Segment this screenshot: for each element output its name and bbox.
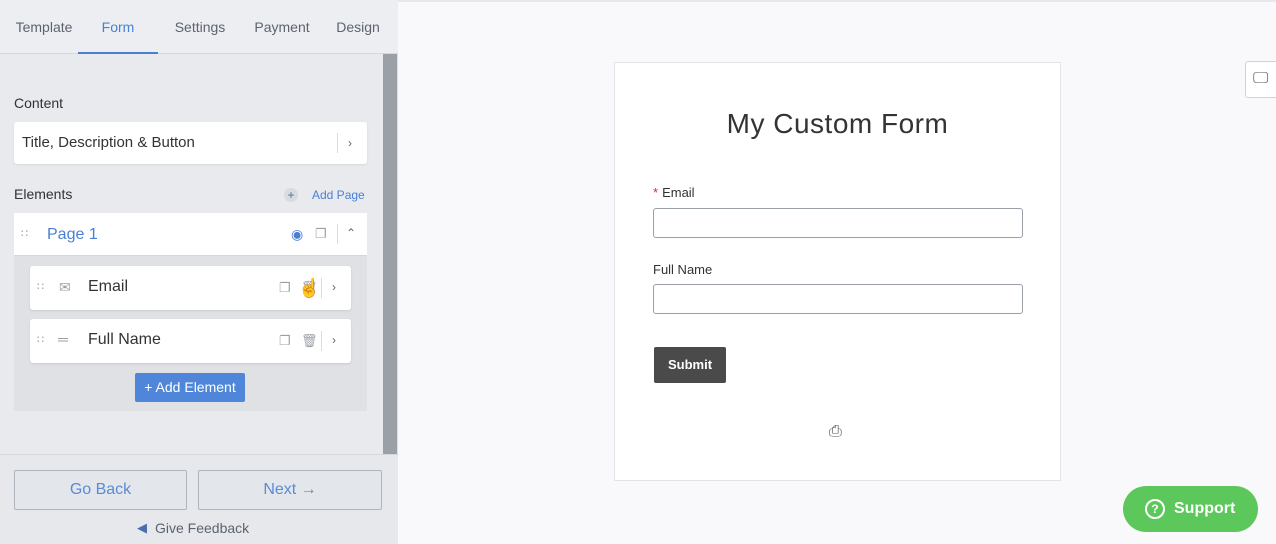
chevron-right-icon[interactable]: ›: [332, 333, 336, 347]
trash-icon[interactable]: 🗑: [301, 333, 318, 349]
email-label: * Email: [653, 185, 695, 200]
support-label: Support: [1174, 500, 1236, 517]
tab-settings[interactable]: Settings: [162, 0, 238, 54]
megaphone-icon: ◀: [137, 520, 147, 535]
divider: [337, 224, 338, 244]
envelope-icon: ✉: [59, 279, 71, 295]
eye-icon[interactable]: ◉: [291, 226, 303, 243]
next-button[interactable]: Next →: [198, 470, 382, 510]
question-circle-icon: ?: [1145, 499, 1165, 519]
copy-icon[interactable]: ❐: [279, 280, 291, 296]
tab-form[interactable]: Form: [78, 0, 158, 54]
tab-design[interactable]: Design: [326, 0, 390, 54]
page-title: Page 1: [47, 226, 98, 243]
support-button[interactable]: ? Support: [1123, 486, 1258, 532]
chevron-right-icon[interactable]: ›: [332, 280, 336, 294]
drag-handle-icon[interactable]: ∷: [21, 227, 28, 240]
hand-cursor-icon: ☝: [298, 278, 321, 298]
divider: [321, 278, 322, 298]
full-name-label: Full Name: [653, 262, 713, 277]
drag-handle-icon[interactable]: ∷: [37, 280, 44, 293]
divider: [337, 133, 338, 153]
email-field[interactable]: [653, 208, 1023, 238]
desktop-preview-toggle[interactable]: 🖵: [1245, 61, 1276, 98]
add-element-button[interactable]: + Add Element: [135, 373, 245, 402]
element-name: Email: [88, 278, 129, 295]
text-line-icon: ═: [58, 331, 68, 347]
elements-heading: Elements: [14, 186, 73, 202]
top-divider: [398, 0, 1276, 2]
copy-icon[interactable]: ❐: [315, 226, 327, 242]
add-page-button[interactable]: + Add Page: [284, 187, 365, 203]
sidebar-scrollbar[interactable]: [383, 54, 397, 454]
page-1-header[interactable]: ∷ Page 1 ◉ ❐ ⌃: [14, 213, 367, 256]
plus-circle-icon: +: [284, 188, 298, 202]
chevron-right-icon: ›: [348, 136, 352, 150]
content-heading: Content: [14, 95, 64, 111]
required-marker: *: [653, 185, 659, 200]
feedback-label: Give Feedback: [155, 520, 250, 536]
content-item-label: Title, Description & Button: [22, 134, 195, 151]
element-name: Full Name: [88, 331, 161, 348]
go-back-button[interactable]: Go Back: [14, 470, 187, 510]
tab-template[interactable]: Template: [6, 0, 82, 54]
form-title: My Custom Form: [726, 108, 949, 139]
add-page-label: Add Page: [312, 188, 365, 202]
copy-icon[interactable]: ❐: [279, 333, 291, 349]
submit-button[interactable]: Submit: [654, 347, 726, 383]
content-title-description-button[interactable]: Title, Description & Button ›: [14, 122, 367, 164]
full-name-field[interactable]: [653, 284, 1023, 314]
tab-payment[interactable]: Payment: [243, 0, 321, 54]
element-row-full-name[interactable]: ∷ ═ Full Name ❐ 🗑 ›: [30, 319, 351, 363]
chevron-up-icon[interactable]: ⌃: [346, 226, 356, 240]
monitor-icon: 🖵: [1253, 70, 1269, 87]
give-feedback-link[interactable]: ◀ Give Feedback: [137, 519, 249, 537]
drag-handle-icon[interactable]: ∷: [37, 333, 44, 346]
tab-bar: Template Form Settings Payment Design: [0, 0, 398, 54]
divider: [321, 331, 322, 351]
printer-icon[interactable]: ⎙: [829, 423, 842, 441]
